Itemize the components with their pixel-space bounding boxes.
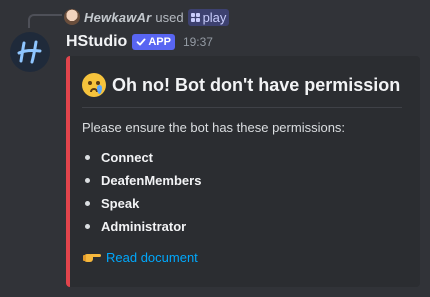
hstudio-logo-icon: [17, 40, 42, 64]
read-document-link[interactable]: Read document: [106, 250, 198, 265]
embed-description: Please ensure the bot has these permissi…: [82, 120, 346, 135]
permission-list: Connect DeafenMembers Speak Administrato…: [82, 146, 404, 238]
reply-connector-line: [28, 14, 62, 28]
app-badge-label: APP: [148, 36, 171, 48]
permission-label: Administrator: [101, 219, 187, 234]
command-used-row: HewkawAr used play: [64, 8, 230, 26]
user-avatar[interactable]: [64, 9, 80, 25]
bot-name[interactable]: HStudio: [66, 33, 127, 51]
command-chip[interactable]: play: [187, 8, 230, 26]
command-name: play: [202, 9, 227, 25]
app-badge: APP: [132, 34, 175, 50]
permission-label: Speak: [101, 196, 140, 211]
embed-divider: [82, 107, 402, 108]
embed-title: Oh no! Bot don't have permission: [112, 74, 401, 95]
command-used-text: used: [155, 9, 184, 25]
permission-embed: Oh no! Bot don't have permission Please …: [66, 56, 420, 287]
permission-label: DeafenMembers: [101, 173, 202, 188]
pointing-right-icon: [83, 254, 101, 262]
message-timestamp[interactable]: 19:37: [183, 35, 213, 49]
checkmark-icon: [136, 38, 146, 46]
embed-title-row: Oh no! Bot don't have permission: [82, 70, 404, 100]
message-header: HStudio APP 19:37: [66, 32, 213, 52]
list-item: DeafenMembers: [82, 169, 404, 192]
list-item: Administrator: [82, 215, 404, 238]
bot-avatar[interactable]: [10, 32, 50, 72]
crying-face-icon: [82, 73, 106, 97]
slash-command-icon: [190, 12, 200, 22]
embed-footer: Read document: [82, 249, 198, 265]
command-user-name[interactable]: HewkawAr: [84, 10, 151, 25]
list-item: Speak: [82, 192, 404, 215]
permission-label: Connect: [101, 150, 153, 165]
list-item: Connect: [82, 146, 404, 169]
